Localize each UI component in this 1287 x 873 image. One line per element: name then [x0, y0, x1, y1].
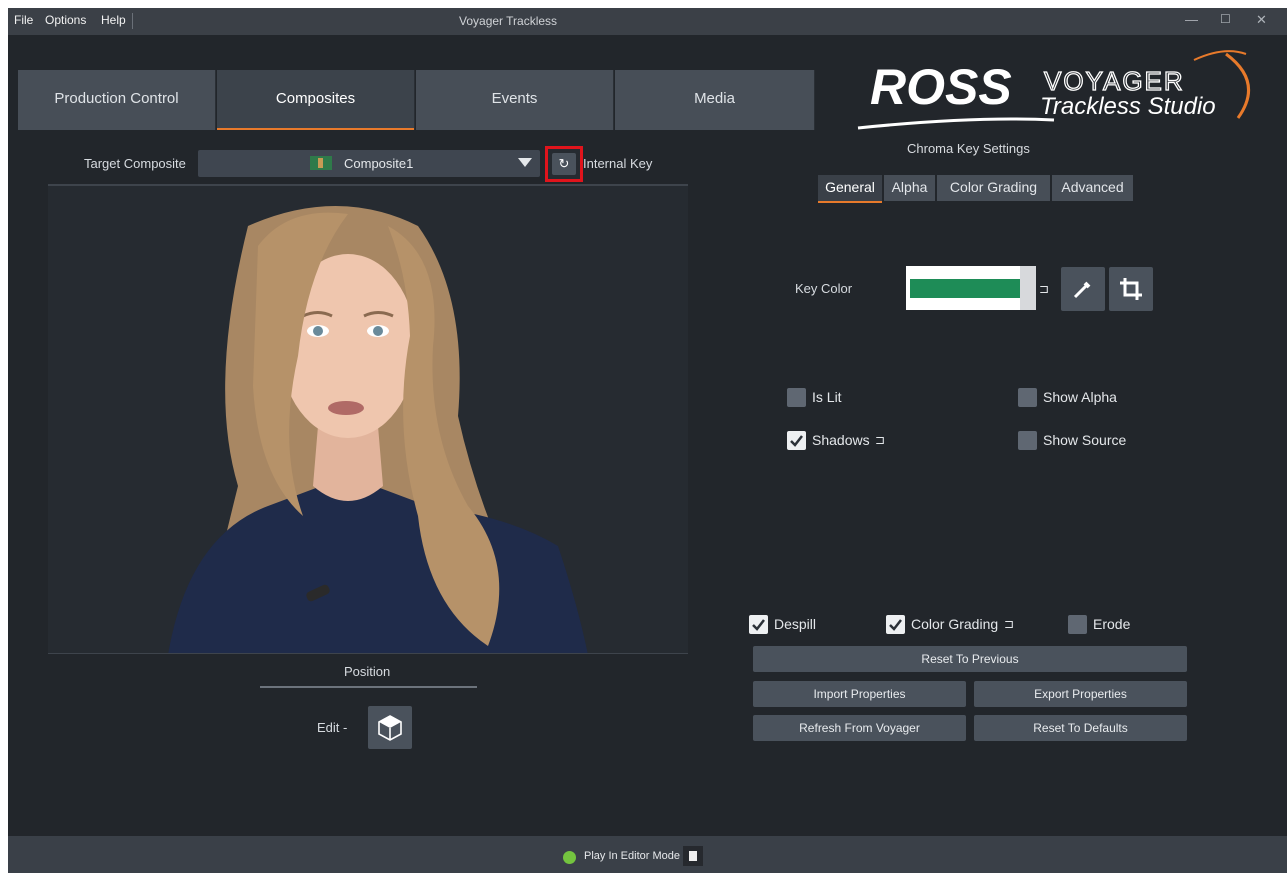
key-color-dropdown[interactable]: [1020, 266, 1036, 310]
crop-icon: [1120, 278, 1142, 300]
minimize-icon[interactable]: —: [1185, 12, 1198, 27]
key-color-swatch: [910, 279, 1020, 298]
color-grading-reset-icon[interactable]: ⊐: [1004, 617, 1014, 631]
tab-composites[interactable]: Composites: [217, 70, 415, 130]
target-composite-dropdown[interactable]: Composite1: [198, 150, 540, 177]
refresh-composite-button[interactable]: ↻: [545, 146, 583, 182]
tab-production-control[interactable]: Production Control: [18, 70, 216, 130]
status-bar: Play In Editor Mode: [8, 836, 1287, 873]
menu-help[interactable]: Help: [101, 13, 126, 27]
subtab-general[interactable]: General: [818, 175, 882, 203]
key-color-reset-icon[interactable]: ⊐: [1039, 282, 1049, 296]
app-window: File Options Help Voyager Trackless — ☐ …: [8, 8, 1287, 873]
subtab-alpha[interactable]: Alpha: [884, 175, 935, 201]
refresh-icon: ↻: [552, 153, 576, 175]
ross-voyager-logo: ROSS VOYAGER Trackless Studio: [854, 42, 1254, 132]
subtab-advanced[interactable]: Advanced: [1052, 175, 1133, 201]
show-alpha-checkbox[interactable]: [1018, 388, 1037, 407]
play-in-editor-mode-label: Play In Editor Mode: [584, 850, 680, 862]
reset-to-previous-button[interactable]: Reset To Previous: [753, 646, 1187, 672]
eyedropper-icon: [1073, 281, 1091, 299]
logo-brand: ROSS: [870, 59, 1012, 115]
despill-label: Despill: [774, 616, 817, 632]
show-source-label: Show Source: [1043, 432, 1127, 448]
erode-label: Erode: [1093, 616, 1131, 632]
cube-transform-icon: [378, 715, 402, 741]
reset-to-defaults-button[interactable]: Reset To Defaults: [974, 715, 1187, 741]
edit-position-button[interactable]: [368, 706, 412, 749]
target-composite-label: Target Composite: [84, 156, 186, 171]
import-properties-button[interactable]: Import Properties: [753, 681, 966, 707]
show-alpha-label: Show Alpha: [1043, 389, 1117, 405]
presenter-image: [168, 206, 588, 653]
key-color-picker[interactable]: [906, 266, 1036, 310]
menu-file[interactable]: File: [14, 13, 33, 27]
checkmark-icon: [889, 619, 902, 631]
tab-events[interactable]: Events: [416, 70, 614, 130]
chroma-key-settings-title: Chroma Key Settings: [907, 141, 1030, 156]
chevron-down-icon: [518, 158, 532, 167]
maximize-icon[interactable]: ☐: [1220, 12, 1231, 26]
checkmark-icon: [752, 619, 765, 631]
composite-selected-value: Composite1: [344, 156, 414, 171]
edit-label: Edit -: [317, 720, 348, 735]
is-lit-label: Is Lit: [812, 389, 842, 405]
export-properties-button[interactable]: Export Properties: [974, 681, 1187, 707]
shadows-checkbox[interactable]: [787, 431, 806, 450]
menu-divider: [132, 13, 133, 29]
shadows-reset-icon[interactable]: ⊐: [875, 433, 885, 447]
close-icon[interactable]: ✕: [1256, 12, 1267, 28]
logo-line2: Trackless Studio: [1040, 93, 1216, 120]
color-grading-checkbox[interactable]: [886, 615, 905, 634]
logo-line1: VOYAGER: [1044, 66, 1185, 96]
position-underline: [260, 686, 477, 688]
position-label: Position: [344, 664, 391, 679]
window-title: Voyager Trackless: [459, 14, 558, 28]
composite-preview[interactable]: [48, 185, 688, 654]
thumbnail-figure: [318, 158, 323, 168]
shadows-label: Shadows: [812, 432, 870, 448]
subtab-color-grading[interactable]: Color Grading: [937, 175, 1050, 201]
internal-key-label: Internal Key: [583, 156, 653, 171]
key-color-label: Key Color: [795, 281, 853, 296]
is-lit-checkbox[interactable]: [787, 388, 806, 407]
refresh-from-voyager-button[interactable]: Refresh From Voyager: [753, 715, 966, 741]
checkmark-icon: [790, 435, 803, 447]
eyedropper-button[interactable]: [1061, 267, 1105, 311]
status-indicator-icon: [563, 851, 576, 864]
despill-checkbox[interactable]: [749, 615, 768, 634]
erode-checkbox[interactable]: [1068, 615, 1087, 634]
color-grading-label: Color Grading: [911, 616, 999, 632]
tab-media[interactable]: Media: [615, 70, 815, 130]
show-source-checkbox[interactable]: [1018, 431, 1037, 450]
menu-options[interactable]: Options: [45, 13, 86, 27]
crop-button[interactable]: [1109, 267, 1153, 311]
title-bar: File Options Help Voyager Trackless — ☐ …: [8, 8, 1287, 35]
stop-button[interactable]: [683, 846, 703, 866]
